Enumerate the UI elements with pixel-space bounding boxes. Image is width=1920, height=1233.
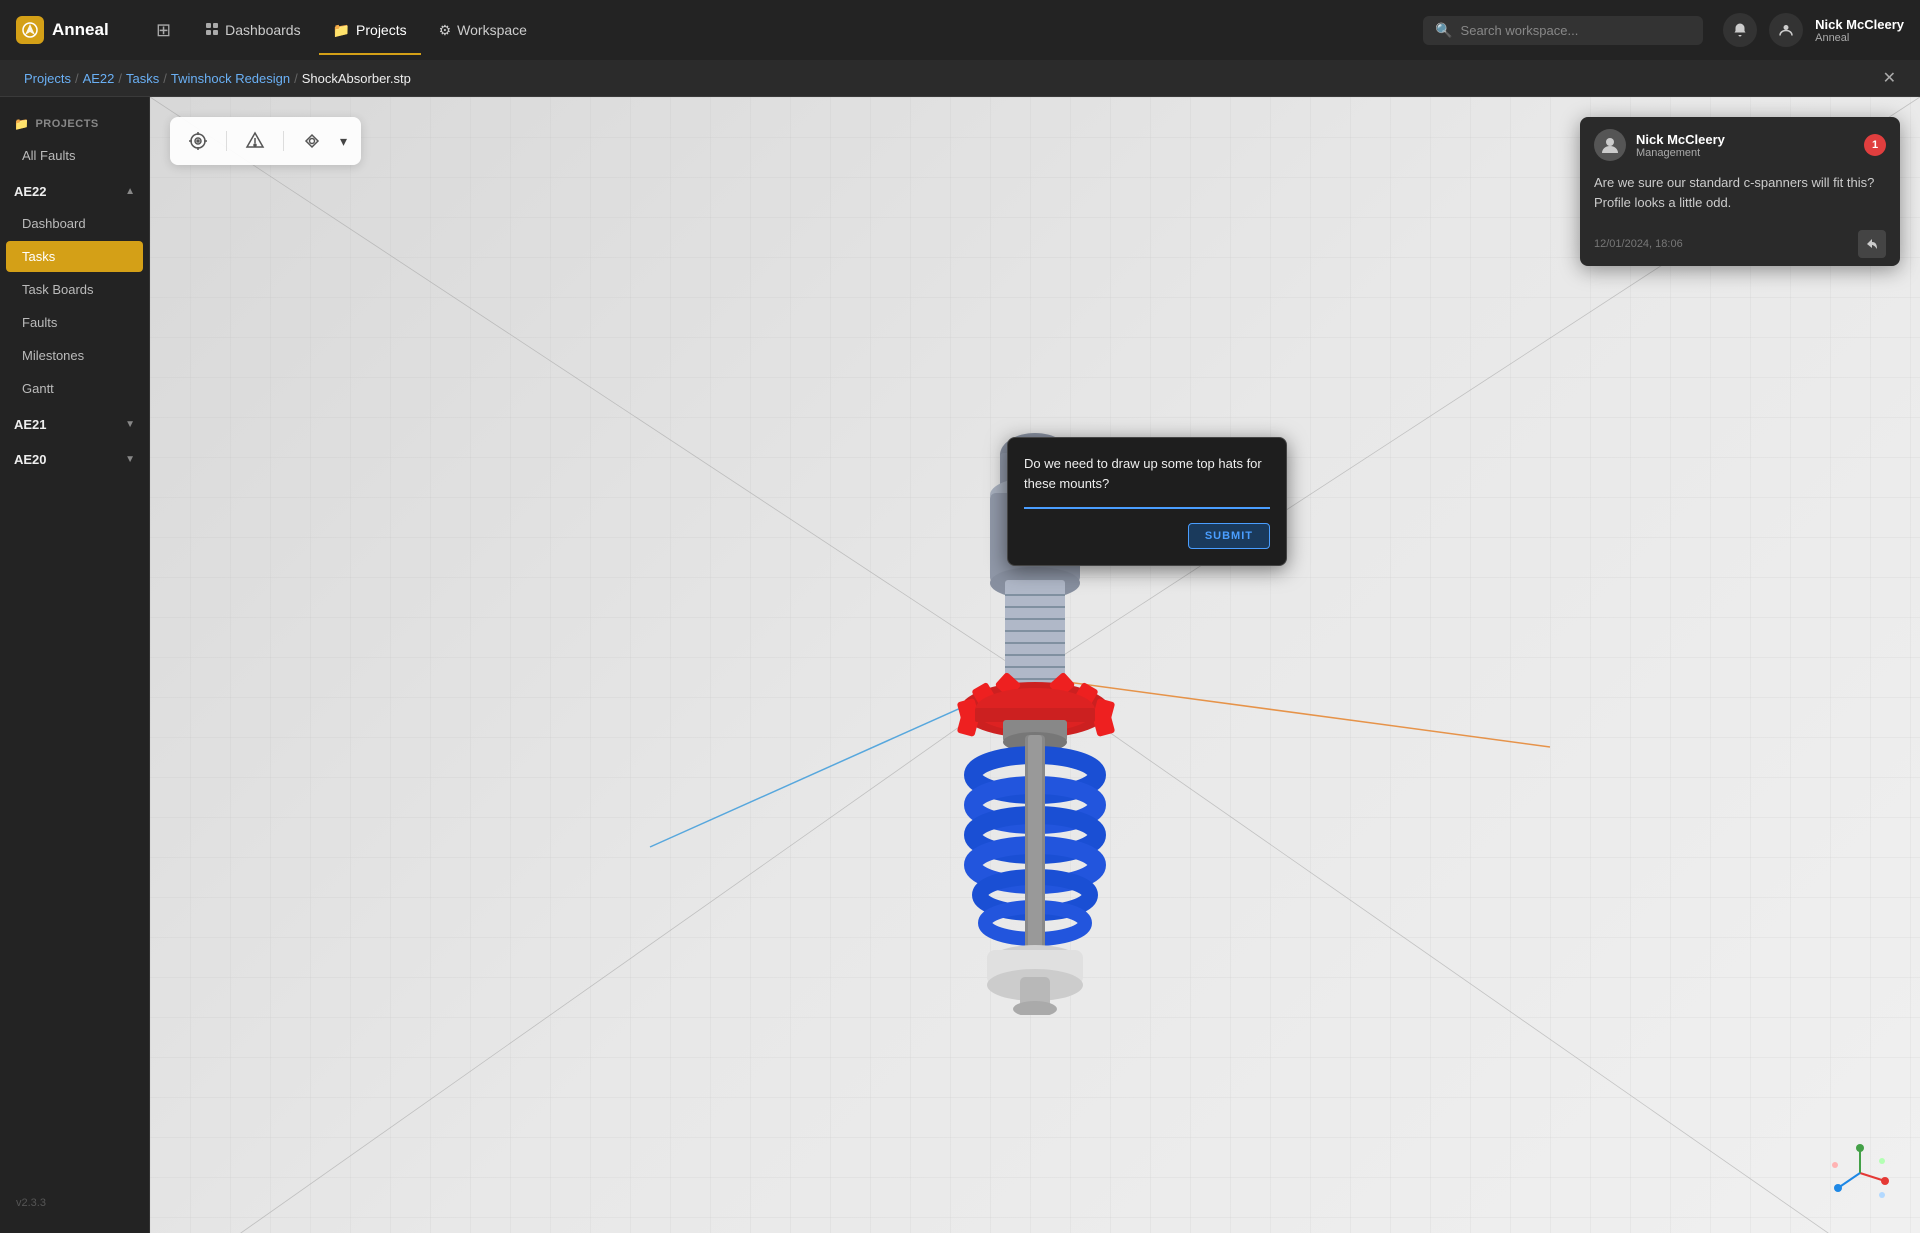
- comment-user: Nick McCleery Management: [1594, 129, 1725, 161]
- chevron-up-icon: ▲: [125, 186, 135, 197]
- sidebar-item-dashboard[interactable]: Dashboard: [6, 208, 143, 239]
- toolbar-divider2: [283, 131, 284, 151]
- folder-icon: 📁: [14, 117, 29, 131]
- comment-text: Are we sure our standard c-spanners will…: [1594, 173, 1886, 212]
- breadcrumb-bar: Projects / AE22 / Tasks / Twinshock Rede…: [0, 60, 1920, 97]
- top-navigation: Anneal ⊞ Dashboards 📁 Projects ⚙ Workspa…: [0, 0, 1920, 60]
- sidebar-group-ae20[interactable]: AE20 ▼: [0, 444, 149, 475]
- sidebar-section-label: PROJECTS: [35, 118, 98, 130]
- breadcrumb-ae22[interactable]: AE22: [83, 71, 115, 86]
- comment-header: Nick McCleery Management 1: [1580, 117, 1900, 173]
- breadcrumb-twinshock[interactable]: Twinshock Redesign: [171, 71, 290, 86]
- sidebar-group-ae20-label: AE20: [14, 452, 47, 467]
- sep1: /: [75, 71, 79, 86]
- sep4: /: [294, 71, 298, 86]
- comment-user-info: Nick McCleery Management: [1636, 132, 1725, 159]
- nav-item-projects[interactable]: 📁 Projects: [319, 14, 421, 47]
- notifications-button[interactable]: [1723, 13, 1757, 47]
- comment-user-role: Management: [1636, 147, 1725, 159]
- toolbar-view-button[interactable]: [298, 127, 326, 155]
- annotation-question: Do we need to draw up some top hats for …: [1024, 454, 1270, 493]
- main-nav: Dashboards 📁 Projects ⚙ Workspace: [191, 14, 1403, 47]
- 3d-viewport[interactable]: ▾ Nick McCleery Ma: [150, 97, 1920, 1233]
- comment-panel: Nick McCleery Management 1 Are we sure o…: [1580, 117, 1900, 266]
- orientation-gizmo: [1830, 1143, 1890, 1203]
- sidebar: 📁 PROJECTS All Faults AE22 ▲ Dashboard T…: [0, 97, 150, 1233]
- comment-body: Are we sure our standard c-spanners will…: [1580, 173, 1900, 222]
- topnav-right: Nick McCleery Anneal: [1723, 13, 1904, 47]
- comment-avatar: [1594, 129, 1626, 161]
- annotation-popup: Do we need to draw up some top hats for …: [1007, 437, 1287, 566]
- user-org: Anneal: [1815, 32, 1904, 44]
- workspace-icon: ⚙: [439, 22, 452, 39]
- breadcrumb-tasks[interactable]: Tasks: [126, 71, 159, 86]
- grid-toggle-icon[interactable]: ⊞: [156, 20, 171, 41]
- close-button[interactable]: ✕: [1883, 68, 1896, 88]
- nav-item-dashboards[interactable]: Dashboards: [191, 14, 315, 47]
- breadcrumb: Projects / AE22 / Tasks / Twinshock Rede…: [24, 71, 411, 86]
- comment-user-name: Nick McCleery: [1636, 132, 1725, 147]
- breadcrumb-current: ShockAbsorber.stp: [302, 71, 411, 86]
- sidebar-group-ae22-label: AE22: [14, 184, 47, 199]
- sidebar-item-gantt[interactable]: Gantt: [6, 373, 143, 404]
- comment-badge: 1: [1864, 134, 1886, 156]
- dashboards-icon: [205, 22, 219, 39]
- sidebar-group-ae21[interactable]: AE21 ▼: [0, 409, 149, 440]
- version-label: v2.3.3: [0, 1185, 149, 1221]
- sidebar-item-milestones[interactable]: Milestones: [6, 340, 143, 371]
- comment-footer: 12/01/2024, 18:06: [1580, 222, 1900, 266]
- chevron-down-icon-ae21: ▼: [125, 419, 135, 430]
- annotation-submit-button[interactable]: SUBMIT: [1188, 523, 1270, 549]
- sep2: /: [118, 71, 122, 86]
- sidebar-item-tasks[interactable]: Tasks: [6, 241, 143, 272]
- user-info[interactable]: Nick McCleery Anneal: [1815, 17, 1904, 44]
- dropdown-arrow-icon: ▾: [340, 133, 347, 150]
- sidebar-item-task-boards[interactable]: Task Boards: [6, 274, 143, 305]
- projects-icon: 📁: [333, 22, 350, 39]
- sidebar-item-all-faults[interactable]: All Faults: [6, 140, 143, 171]
- comment-timestamp: 12/01/2024, 18:06: [1594, 238, 1683, 250]
- toolbar-divider1: [226, 131, 227, 151]
- toolbar-measure-button[interactable]: [241, 127, 269, 155]
- search-input[interactable]: [1461, 23, 1692, 38]
- viewer-area[interactable]: ▾ Nick McCleery Ma: [150, 97, 1920, 1233]
- nav-projects-label: Projects: [356, 22, 407, 38]
- sidebar-item-faults[interactable]: Faults: [6, 307, 143, 338]
- sidebar-group-ae21-label: AE21: [14, 417, 47, 432]
- breadcrumb-projects[interactable]: Projects: [24, 71, 71, 86]
- sidebar-section-header: 📁 PROJECTS: [0, 109, 149, 139]
- chevron-down-icon-ae20: ▼: [125, 454, 135, 465]
- annotation-actions: SUBMIT: [1024, 523, 1270, 549]
- sep3: /: [163, 71, 167, 86]
- nav-item-workspace[interactable]: ⚙ Workspace: [425, 14, 541, 47]
- search-icon: 🔍: [1435, 22, 1452, 39]
- sidebar-group-ae22[interactable]: AE22 ▲: [0, 176, 149, 207]
- toolbar-dropdown[interactable]: ▾: [340, 133, 347, 150]
- toolbar-target-button[interactable]: [184, 127, 212, 155]
- viewer-toolbar: ▾: [170, 117, 361, 165]
- search-bar: 🔍: [1423, 16, 1703, 45]
- app-logo: [16, 16, 44, 44]
- main-layout: 📁 PROJECTS All Faults AE22 ▲ Dashboard T…: [0, 97, 1920, 1233]
- nav-dashboards-label: Dashboards: [225, 22, 301, 38]
- logo-area[interactable]: Anneal: [16, 16, 136, 44]
- annotation-input-line: [1024, 507, 1270, 509]
- app-name: Anneal: [52, 20, 109, 40]
- user-icon-button[interactable]: [1769, 13, 1803, 47]
- nav-workspace-label: Workspace: [457, 22, 527, 38]
- comment-reply-button[interactable]: [1858, 230, 1886, 258]
- user-name: Nick McCleery: [1815, 17, 1904, 32]
